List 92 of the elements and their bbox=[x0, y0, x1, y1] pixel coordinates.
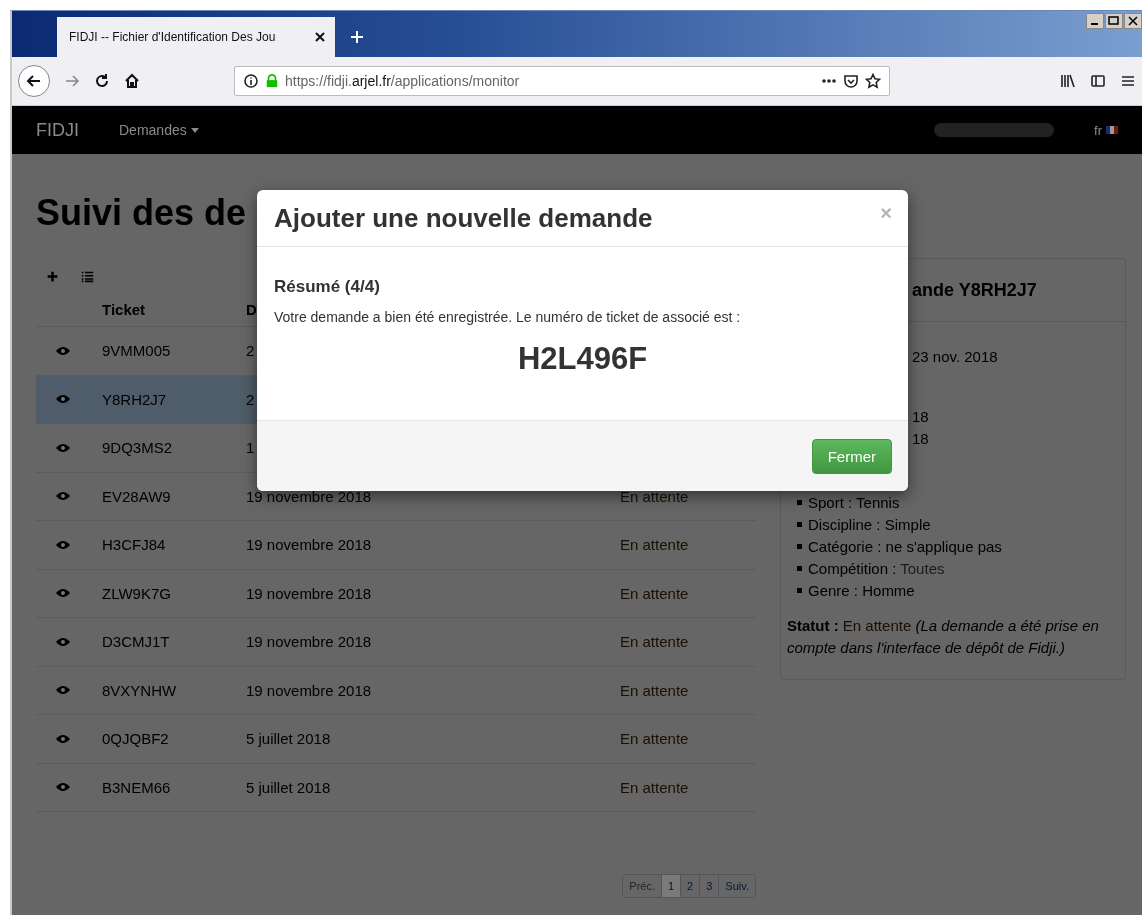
close-button[interactable]: Fermer bbox=[811, 438, 892, 474]
eye-icon[interactable] bbox=[56, 588, 70, 599]
bullet-icon bbox=[797, 522, 802, 527]
eye-icon[interactable] bbox=[56, 636, 70, 647]
status-cell: En attente bbox=[620, 633, 689, 651]
minimize-icon[interactable] bbox=[1086, 13, 1104, 29]
eye-icon[interactable] bbox=[56, 491, 70, 502]
criterion-text: Catégorie : ne s'applique pas bbox=[808, 538, 1002, 555]
eye-icon[interactable] bbox=[56, 539, 70, 550]
back-button[interactable] bbox=[18, 65, 50, 97]
bullet-icon bbox=[797, 588, 802, 593]
ticket-cell: Y8RH2J7 bbox=[102, 390, 167, 408]
ticket-number: H2L496F bbox=[516, 341, 649, 377]
date-cell: 19 novembre 2018 bbox=[246, 681, 372, 699]
home-button[interactable] bbox=[124, 73, 140, 89]
eye-icon[interactable] bbox=[56, 685, 70, 696]
status-cell: En attente bbox=[620, 730, 689, 748]
lock-icon bbox=[265, 73, 279, 89]
star-icon[interactable] bbox=[865, 73, 881, 89]
eye-icon[interactable] bbox=[56, 733, 70, 744]
menu-icon[interactable] bbox=[1120, 73, 1136, 89]
browser-tab[interactable]: FIDJI -- Fichier d'Identification Des Jou bbox=[57, 17, 335, 57]
status-cell: En attente bbox=[620, 681, 689, 699]
ticket-cell: ZLW9K7G bbox=[102, 584, 171, 602]
back-arrow-icon bbox=[26, 73, 42, 89]
language-label[interactable]: fr bbox=[1094, 122, 1102, 138]
page-link[interactable]: 1 bbox=[662, 875, 682, 897]
home-icon bbox=[124, 73, 140, 89]
tab-title: FIDJI -- Fichier d'Identification Des Jou bbox=[69, 30, 277, 44]
date-cell: 19 novembre 2018 bbox=[246, 633, 372, 651]
status-cell: En attente bbox=[620, 487, 689, 505]
demandes-menu[interactable]: Demandes bbox=[119, 122, 199, 138]
confirmation-message: Votre demande a bien été enregistrée. Le numéro de ticket de associé est : bbox=[274, 309, 742, 325]
detail-text: 23 nov. 2018 bbox=[912, 348, 999, 366]
ticket-cell: 0QJQBF2 bbox=[102, 730, 169, 748]
status-text: Statut : En attente (La demande a été prise en compte dans l'interface de dépôt de Fidji.) bbox=[787, 616, 1100, 658]
sidebar-icon[interactable] bbox=[1090, 73, 1106, 89]
info-icon bbox=[243, 73, 259, 89]
eye-icon[interactable] bbox=[56, 345, 70, 356]
maximize-icon[interactable] bbox=[1105, 13, 1123, 29]
flag-icon bbox=[1106, 126, 1118, 134]
bullet-icon bbox=[797, 500, 802, 505]
detail-text: 18 bbox=[912, 408, 930, 426]
ticket-cell: D3CMJ1T bbox=[102, 633, 170, 651]
forward-arrow-icon bbox=[64, 73, 80, 89]
step-heading: Résumé (4/4) bbox=[274, 277, 381, 297]
modal-title: Ajouter une nouvelle demande bbox=[274, 202, 653, 234]
status-cell: En attente bbox=[620, 536, 689, 554]
ticket-cell: 9VMM005 bbox=[102, 342, 171, 360]
date-cell: 19 novembre 2018 bbox=[246, 487, 372, 505]
ticket-cell: B3NEM66 bbox=[102, 778, 171, 796]
library-icon[interactable] bbox=[1060, 73, 1076, 89]
ticket-cell: 9DQ3MS2 bbox=[102, 439, 173, 457]
date-cell: 1 bbox=[246, 439, 255, 457]
eye-icon[interactable] bbox=[56, 394, 70, 405]
reload-button[interactable] bbox=[94, 73, 110, 89]
close-button[interactable]: × bbox=[880, 201, 892, 225]
criterion-text: Sport : Tennis bbox=[808, 494, 900, 511]
close-icon[interactable] bbox=[313, 30, 327, 44]
criterion-text: Discipline : Simple bbox=[808, 516, 931, 533]
date-cell: 2 bbox=[246, 390, 255, 408]
list-icon[interactable] bbox=[81, 269, 94, 283]
pocket-icon[interactable] bbox=[843, 73, 859, 89]
criterion-text: Compétition : Toutes bbox=[808, 560, 945, 577]
url-text: https://fidji.arjel.fr/applications/monitor bbox=[285, 73, 521, 89]
date-cell: 2 bbox=[246, 342, 255, 360]
column-header: D bbox=[246, 300, 257, 318]
close-icon[interactable] bbox=[1124, 13, 1142, 29]
bullet-icon bbox=[797, 566, 802, 571]
detail-text: 18 bbox=[912, 430, 930, 448]
brand-logo-text[interactable]: FIDJI bbox=[36, 119, 79, 141]
date-cell: 19 novembre 2018 bbox=[246, 536, 372, 554]
status-cell: En attente bbox=[620, 584, 689, 602]
address-field[interactable]: https://fidji.arjel.fr/applications/monitor bbox=[234, 66, 890, 96]
new-tab-icon[interactable] bbox=[349, 29, 365, 45]
reload-icon bbox=[94, 73, 110, 89]
caret-icon bbox=[190, 127, 199, 133]
column-header: Ticket bbox=[102, 300, 146, 318]
criterion-text: Genre : Homme bbox=[808, 582, 915, 599]
eye-icon[interactable] bbox=[56, 442, 70, 453]
date-cell: 5 juillet 2018 bbox=[246, 730, 331, 748]
ticket-cell: H3CFJ84 bbox=[102, 536, 166, 554]
add-icon[interactable] bbox=[46, 269, 59, 283]
ticket-cell: EV28AW9 bbox=[102, 487, 171, 505]
date-cell: 19 novembre 2018 bbox=[246, 584, 372, 602]
status-cell: En attente bbox=[620, 778, 689, 796]
date-cell: 5 juillet 2018 bbox=[246, 778, 331, 796]
eye-icon[interactable] bbox=[56, 782, 70, 793]
ticket-cell: 8VXYNHW bbox=[102, 681, 177, 699]
bullet-icon bbox=[797, 544, 802, 549]
forward-button[interactable] bbox=[64, 73, 80, 89]
page-title: Suivi des de bbox=[36, 192, 247, 235]
